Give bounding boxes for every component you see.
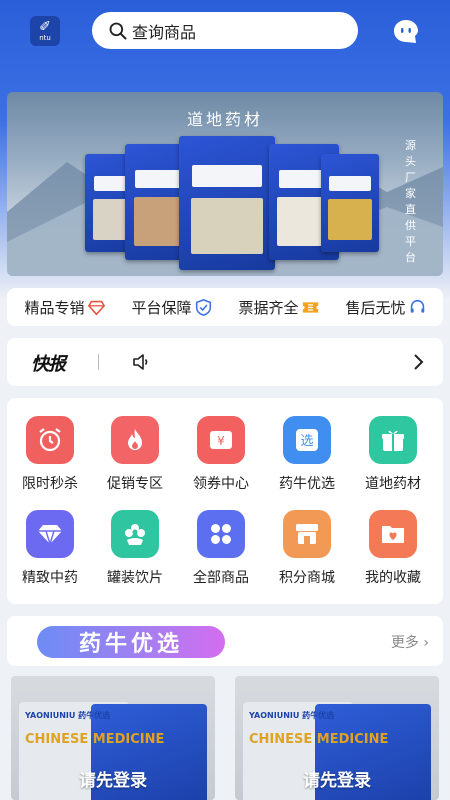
bag-text: CHINESE MEDICINE <box>25 732 165 747</box>
grid-label: 精致中药 <box>22 570 78 586</box>
news-brand: 快报 <box>31 354 66 375</box>
grid-icon-box <box>197 510 245 558</box>
flame-icon <box>128 429 142 450</box>
grid-item-all-products[interactable]: 全部商品 <box>179 510 263 600</box>
login-hint: 请先登录 <box>79 771 147 791</box>
coupon-icon: ¥ <box>210 431 232 449</box>
feature-strip: 精品专销 平台保障 票据齐全 售后无忧 <box>7 288 443 326</box>
folder-heart-icon <box>382 526 404 543</box>
logo-text: ntu <box>39 33 51 42</box>
grid-label: 药牛优选 <box>279 476 335 492</box>
grid-label: 全部商品 <box>193 570 249 586</box>
more-label: 更多 <box>390 635 419 651</box>
product-card[interactable]: YAONIUNIU 药牛优选 CHINESE MEDICINE 请先登录 <box>235 676 439 800</box>
more-link[interactable]: 更多 › <box>391 632 429 652</box>
svg-text:¥: ¥ <box>217 434 225 448</box>
feature-item[interactable]: 票据齐全 <box>238 297 318 318</box>
gem-icon <box>38 525 62 547</box>
feature-item[interactable]: 平台保障 <box>131 297 211 318</box>
grid-item-coupons[interactable]: ¥ 领券中心 <box>179 416 263 506</box>
product-card[interactable]: YAONIUNIU 药牛优选 CHINESE MEDICINE 请先登录 <box>11 676 215 800</box>
divider <box>98 354 99 370</box>
grid-label: 领券中心 <box>193 476 249 492</box>
chat-icon[interactable] <box>392 18 420 46</box>
grid-item-my-favorites[interactable]: 我的收藏 <box>351 510 435 600</box>
banner-title: 道地药材 <box>186 110 263 129</box>
section-header: 药牛优选 更多 › <box>7 616 443 666</box>
category-grid: 限时秒杀 促销专区 ¥ 领券中心 选 药牛优选 道地药材 精致中药 罐装饮片 全… <box>7 398 443 604</box>
login-hint: 请先登录 <box>303 771 371 791</box>
grid-label: 罐装饮片 <box>107 570 163 586</box>
feature-item[interactable]: 精品专销 <box>24 297 105 318</box>
grid-item-fine-herbs[interactable]: 精致中药 <box>8 510 92 600</box>
feature-label: 精品专销 <box>24 298 85 317</box>
grid-icon-box <box>369 416 417 464</box>
product-package <box>179 136 275 270</box>
bag-brand: YAONIUNIU 药牛优选 <box>249 711 335 720</box>
bag-text: CHINESE MEDICINE <box>249 732 389 747</box>
diamond-icon <box>87 300 105 315</box>
clover-icon <box>211 524 231 544</box>
product-package <box>321 154 379 252</box>
gift-icon <box>382 430 404 451</box>
speaker-icon <box>133 354 148 370</box>
grid-label: 促销专区 <box>107 476 163 492</box>
news-ticker[interactable]: 快报 <box>7 338 443 386</box>
ticket-icon <box>302 301 318 313</box>
grid-label: 限时秒杀 <box>22 476 78 492</box>
grid-icon-box <box>369 510 417 558</box>
chevron-right-icon: › <box>418 635 429 651</box>
shield-icon <box>195 298 211 316</box>
top-bar: ✐ ntu 查询商品 <box>0 0 450 70</box>
grid-item-promotions[interactable]: 促销专区 <box>93 416 177 506</box>
grid-item-points-mall[interactable]: 积分商城 <box>265 510 349 600</box>
grid-icon-box <box>111 510 159 558</box>
feature-label: 平台保障 <box>131 298 192 317</box>
feature-label: 售后无忧 <box>345 298 406 317</box>
grid-label: 道地药材 <box>365 476 421 492</box>
search-placeholder: 查询商品 <box>132 22 197 42</box>
grid-icon-box <box>26 416 74 464</box>
search-icon <box>109 22 127 39</box>
product-list: YAONIUNIU 药牛优选 CHINESE MEDICINE 请先登录 YAO… <box>7 670 443 800</box>
grid-item-flash-sale[interactable]: 限时秒杀 <box>8 416 92 506</box>
grid-label: 积分商城 <box>279 570 335 586</box>
select-icon: 选 <box>296 429 318 451</box>
grid-label: 我的收藏 <box>365 570 421 586</box>
grid-item-yaoniu-select[interactable]: 选 药牛优选 <box>265 416 349 506</box>
logo-mark: ✐ <box>39 18 51 35</box>
headset-icon <box>410 299 424 313</box>
search-bar[interactable]: 查询商品 <box>92 12 358 49</box>
banner-side-text: 源头厂家直供平台 <box>405 139 416 264</box>
chevron-right-icon[interactable] <box>409 352 427 372</box>
feature-item[interactable]: 售后无忧 <box>345 297 425 318</box>
promo-banner[interactable]: 道地药材 源头厂家直供平台 <box>7 92 443 276</box>
section-title: 药牛优选 <box>37 626 225 658</box>
flower-icon <box>125 524 145 545</box>
grid-icon-box <box>111 416 159 464</box>
svg-text:选: 选 <box>300 434 313 449</box>
grid-icon-box <box>26 510 74 558</box>
grid-icon-box <box>283 510 331 558</box>
grid-item-canned-pieces[interactable]: 罐装饮片 <box>93 510 177 600</box>
grid-icon-box: 选 <box>283 416 331 464</box>
grid-icon-box: ¥ <box>197 416 245 464</box>
alarm-clock-icon <box>39 428 61 452</box>
app-logo[interactable]: ✐ ntu <box>30 16 60 46</box>
feature-label: 票据齐全 <box>238 298 299 317</box>
store-icon <box>296 524 318 544</box>
bag-brand: YAONIUNIU 药牛优选 <box>25 711 111 720</box>
grid-item-authentic-herbs[interactable]: 道地药材 <box>351 416 435 506</box>
